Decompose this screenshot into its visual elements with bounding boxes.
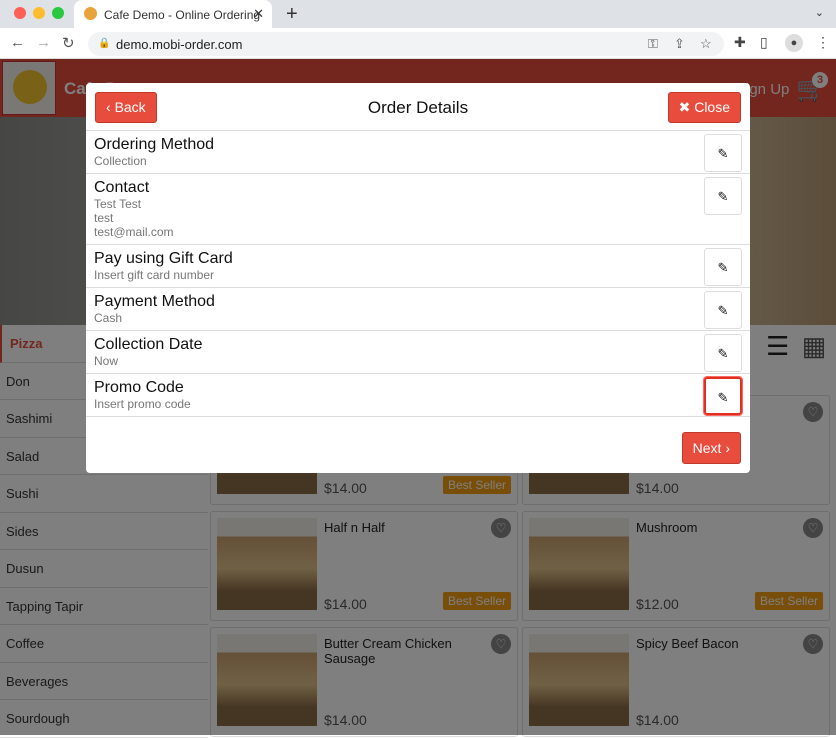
edit-button[interactable]: ✎ [704,177,742,215]
lock-icon: 🔒 [98,38,111,49]
forward-arrow-icon[interactable]: → [36,34,51,51]
pencil-icon: ✎ [717,260,729,275]
pencil-icon: ✎ [717,390,729,405]
favicon-icon [84,7,97,20]
edit-button[interactable]: ✎ [704,248,742,286]
row-value: Cash [94,311,123,325]
row-title: Promo Code [94,379,184,396]
address-bar-row: ← → ↻ 🔒 demo.mobi-order.com ⚿ ⇪ ☆ ✚ ▯ ● … [0,28,836,59]
row-title: Contact [94,179,150,196]
share-icon[interactable]: ⇪ [674,36,685,52]
row-value: test@mail.com [94,225,174,239]
detail-row-pay-using-gift-card: Pay using Gift Card Insert gift card numb… [86,245,750,288]
row-value: Collection [94,154,147,168]
new-tab-icon[interactable]: + [286,3,298,26]
tab-bar: Cafe Demo - Online Ordering ✕ + ⌄ [0,0,836,28]
row-title: Payment Method [94,293,215,310]
order-detail-list: Ordering Method Collection ✎ Contact Test Te… [86,131,750,417]
url-input[interactable]: 🔒 demo.mobi-order.com ⚿ ⇪ ☆ [88,32,724,56]
close-icon: ✖ [678,99,695,115]
detail-row-contact: Contact Test Test test test@mail.com ✎ [86,174,750,245]
order-details-modal: ‹ Back Order Details ✖ Close Ordering Me… [86,83,750,473]
reload-icon[interactable]: ↻ [62,34,75,52]
pencil-icon: ✎ [717,346,729,361]
url-text: demo.mobi-order.com [116,37,243,52]
next-label: Next [692,439,722,456]
pencil-icon: ✎ [717,189,729,204]
close-window-button[interactable] [14,7,26,19]
pencil-icon: ✎ [717,303,729,318]
detail-row-ordering-method: Ordering Method Collection ✎ [86,131,750,174]
minimize-window-button[interactable] [33,7,45,19]
row-title: Collection Date [94,336,203,353]
close-label: Close [694,99,730,115]
profile-icon[interactable]: ● [785,34,803,52]
close-tab-icon[interactable]: ✕ [253,6,264,22]
tab-title: Cafe Demo - Online Ordering [104,8,261,22]
tab-search-chevron-icon[interactable]: ⌄ [815,6,824,19]
edit-button[interactable]: ✎ [704,334,742,372]
edit-button[interactable]: ✎ [704,291,742,329]
next-button[interactable]: Next › [681,432,741,464]
back-arrow-icon[interactable]: ← [10,34,25,51]
detail-row-collection-date: Collection Date Now ✎ [86,331,750,374]
modal-header: ‹ Back Order Details ✖ Close [86,83,750,131]
edit-button[interactable]: ✎ [704,134,742,172]
extensions-icon[interactable]: ✚ [734,34,746,51]
modal-title: Order Details [367,98,469,117]
star-icon[interactable]: ☆ [700,36,712,52]
row-value: Now [94,354,119,368]
row-value: Insert gift card number [94,268,215,282]
detail-row-payment-method: Payment Method Cash ✎ [86,288,750,331]
sidepanel-icon[interactable]: ▯ [760,34,768,51]
row-value: Test Test [94,197,142,211]
chevron-right-icon: › [721,439,730,456]
row-value: Insert promo code [94,397,191,411]
browser-tab[interactable]: Cafe Demo - Online Ordering ✕ [74,0,272,28]
row-title: Pay using Gift Card [94,250,233,267]
row-title: Ordering Method [94,136,215,153]
edit-button[interactable]: ✎ [703,376,743,416]
pencil-icon: ✎ [717,146,729,161]
row-value: test [94,211,114,225]
menu-icon[interactable]: ⋮ [816,34,830,51]
key-icon[interactable]: ⚿ [648,36,658,52]
maximize-window-button[interactable] [52,7,64,19]
detail-row-promo-code: Promo Code Insert promo code ✎ [86,374,750,417]
close-button[interactable]: ✖ Close [667,92,741,123]
